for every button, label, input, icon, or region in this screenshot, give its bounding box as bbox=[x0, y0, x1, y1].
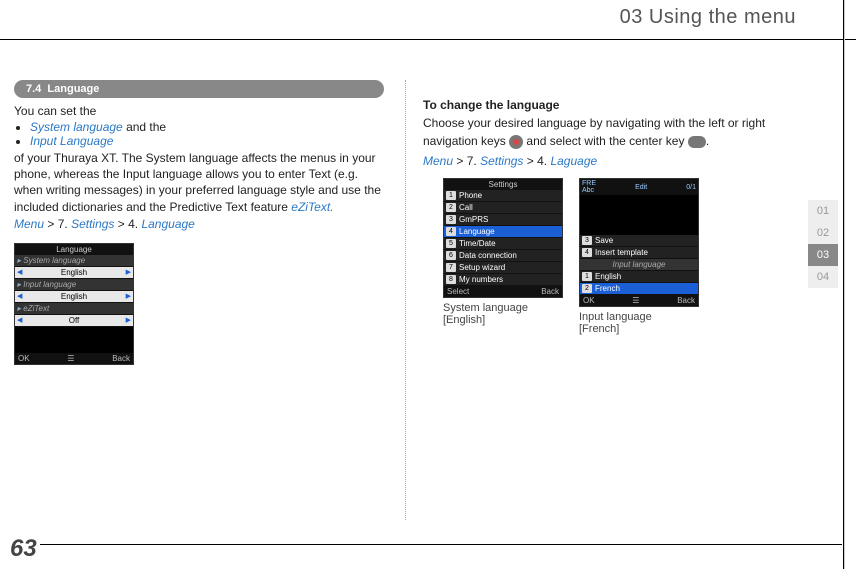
caption-system-language: System language[English] bbox=[443, 302, 563, 326]
phone-edit-count: 0/1 bbox=[686, 184, 696, 191]
right-body: Choose your desired language by navigati… bbox=[423, 114, 778, 150]
softkey-select: Select bbox=[447, 287, 469, 296]
group-input-lang: Input language bbox=[613, 260, 666, 269]
group-input-language: Input language bbox=[23, 280, 76, 289]
val-off: Off bbox=[69, 316, 80, 325]
softkey-ok: OK bbox=[18, 354, 30, 363]
bullet-list: System language and the Input Language bbox=[30, 120, 387, 148]
phone-settings-title: Settings bbox=[444, 179, 562, 190]
path-laguage-r: Laguage bbox=[550, 154, 597, 168]
page-header: 03 Using the menu bbox=[0, 0, 856, 40]
bullet-input-language: Input Language bbox=[30, 134, 387, 148]
path-settings-r: Settings bbox=[480, 154, 523, 168]
section-heading: 7.4 Language bbox=[14, 80, 384, 98]
softkey-back: Back bbox=[112, 354, 130, 363]
content-area: 7.4 Language You can set the System lang… bbox=[14, 80, 796, 365]
settings-item-language: Language bbox=[459, 227, 495, 236]
right-heading: To change the language bbox=[423, 98, 778, 112]
side-tab-02: 02 bbox=[808, 222, 838, 244]
center-key-icon bbox=[688, 136, 706, 148]
menu-path-left: Menu > 7. Settings > 4. Language bbox=[14, 217, 387, 231]
ezitext-link: eZiText. bbox=[291, 200, 333, 214]
phone-title: Language bbox=[15, 244, 133, 255]
caption-input-language: Input language[French] bbox=[579, 311, 699, 335]
softkey-ok2: OK bbox=[583, 296, 595, 305]
softkey-back3: Back bbox=[677, 296, 695, 305]
phone-screenshot-settings: Settings 1Phone 2Call 3GmPRS 4Language 5… bbox=[443, 178, 563, 335]
margin-rule-light bbox=[844, 0, 845, 569]
left-column: 7.4 Language You can set the System lang… bbox=[14, 80, 405, 365]
menu-path-right: Menu > 7. Settings > 4. Laguage bbox=[423, 154, 778, 168]
path-settings: Settings bbox=[71, 217, 114, 231]
left-intro: You can set the bbox=[14, 104, 387, 118]
side-tabs: 01 02 03 04 bbox=[808, 200, 838, 288]
path-language: Language bbox=[141, 217, 194, 231]
phone-screenshot-edit: FREAbcEdit0/1 3Save 4Insert template Inp… bbox=[579, 178, 699, 335]
option-french: French bbox=[595, 284, 620, 293]
chapter-title: 03 Using the menu bbox=[620, 6, 796, 29]
path-menu: Menu bbox=[14, 217, 44, 231]
val-english2: English bbox=[61, 292, 87, 301]
phone-screenshots-row: Settings 1Phone 2Call 3GmPRS 4Language 5… bbox=[443, 178, 778, 335]
section-title: Language bbox=[47, 83, 99, 95]
footer-rule bbox=[40, 544, 842, 545]
section-number: 7.4 bbox=[26, 83, 41, 95]
phone-screenshot-language: Language ▸ System language ◀English▶ ▸ I… bbox=[14, 243, 387, 365]
link-system-language: System language bbox=[30, 120, 123, 134]
page-number: 63 bbox=[10, 535, 37, 563]
nav-key-icon bbox=[509, 135, 523, 149]
side-tab-04: 04 bbox=[808, 266, 838, 288]
link-input-language: Input Language bbox=[30, 134, 113, 148]
softkey-back2: Back bbox=[541, 287, 559, 296]
side-tab-03: 03 bbox=[808, 244, 838, 266]
path-menu-r: Menu bbox=[423, 154, 453, 168]
left-body: of your Thuraya XT. The System language … bbox=[14, 150, 387, 215]
group-system-language: System language bbox=[23, 256, 85, 265]
side-tab-01: 01 bbox=[808, 200, 838, 222]
bullet-suffix: and the bbox=[123, 120, 166, 134]
right-column: To change the language Choose your desir… bbox=[405, 80, 796, 365]
group-ezitext: eZiText bbox=[23, 304, 49, 313]
phone-edit-title: Edit bbox=[635, 184, 647, 191]
val-english: English bbox=[61, 268, 87, 277]
bullet-system-language: System language and the bbox=[30, 120, 387, 134]
